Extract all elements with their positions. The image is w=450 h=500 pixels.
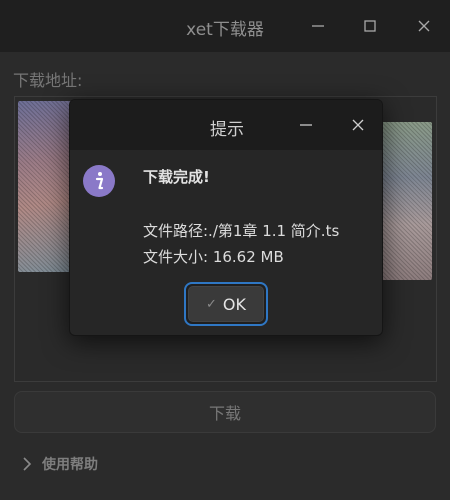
- minimize-button[interactable]: [298, 8, 338, 44]
- minimize-icon: [300, 124, 312, 126]
- dialog-title-bar: 提示: [70, 100, 382, 150]
- file-size-text: 文件大小: 16.62 MB: [143, 248, 284, 266]
- address-label: 下载地址:: [13, 71, 83, 90]
- chevron-right-icon: [23, 457, 32, 471]
- close-button[interactable]: [404, 8, 444, 44]
- info-icon: [83, 165, 115, 197]
- maximize-button[interactable]: [350, 8, 390, 44]
- dialog-close-button[interactable]: [341, 109, 375, 141]
- dialog-minimize-button[interactable]: [289, 109, 323, 141]
- close-icon: [352, 119, 364, 131]
- dialog-title: 提示: [210, 120, 244, 140]
- ok-label: OK: [222, 294, 246, 314]
- close-icon: [418, 20, 430, 32]
- file-path-text: 文件路径:./第1章 1.1 简介.ts: [143, 222, 340, 240]
- thumbnail-image: [18, 101, 72, 272]
- download-button[interactable]: 下载: [14, 391, 436, 433]
- help-label: 使用帮助: [42, 457, 98, 473]
- ok-button[interactable]: ✓ OK: [184, 282, 268, 326]
- message-dialog: 提示 下载完成! 文件路径:./第1章 1.1 简介.ts 文件大小: 16.6…: [69, 99, 383, 336]
- help-expander[interactable]: 使用帮助: [22, 452, 98, 476]
- minimize-icon: [312, 25, 324, 27]
- maximize-icon: [364, 20, 376, 32]
- thumbnail-image-right: [382, 122, 432, 280]
- ok-button-face: ✓ OK: [188, 286, 264, 322]
- title-bar: xet下载器: [0, 0, 450, 52]
- check-icon: ✓: [206, 296, 217, 312]
- dialog-heading: 下载完成!: [143, 168, 210, 186]
